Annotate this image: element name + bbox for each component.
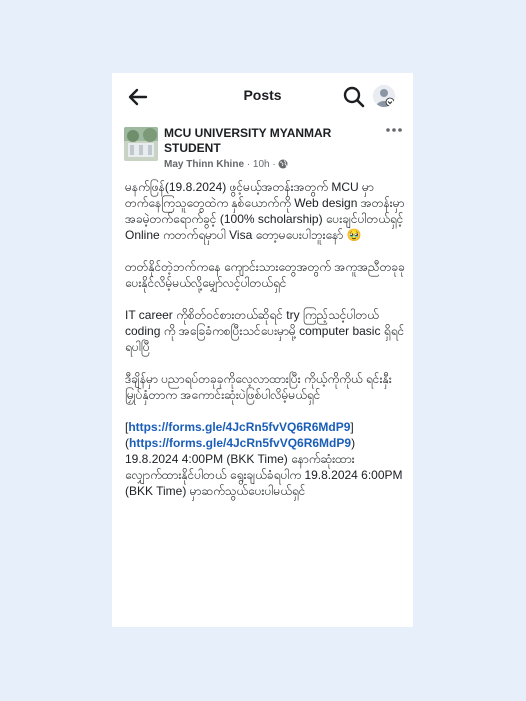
post-paragraph-5: [https://forms.gle/4JcRn5fvVQ6R6MdP9](ht… <box>125 419 405 499</box>
author-name[interactable]: May Thinn Khine <box>164 159 244 170</box>
form-link-1[interactable]: https://forms.gle/4JcRn5fvVQ6R6MdP9 <box>128 420 350 434</box>
post-paragraph-1: မနက်ဖြန်(19.8.2024) ဖွင့်မယ့်အတန်းအတွက် … <box>125 180 405 242</box>
post-time[interactable]: 10h <box>253 159 270 170</box>
top-bar: Posts <box>112 73 413 119</box>
meta-separator: · <box>244 159 253 170</box>
post-card: Posts MCU UNIVERSITY MYANMAR STUDENT May… <box>112 73 413 627</box>
page-avatar[interactable] <box>124 127 158 161</box>
meta-separator-2: · <box>269 159 279 170</box>
form-link-2[interactable]: https://forms.gle/4JcRn5fvVQ6R6MdP9 <box>129 436 351 450</box>
post-paragraph-3: IT career ကိုစိတ်ဝင်စားတယ်ဆိုရင် try ကြည… <box>125 308 405 354</box>
avatar[interactable] <box>373 85 395 107</box>
globe-icon <box>278 159 288 169</box>
post-body: မနက်ဖြန်(19.8.2024) ဖွင့်မယ့်အတန်းအတွက် … <box>125 179 405 515</box>
search-icon[interactable] <box>342 85 366 109</box>
post-paragraph-4: ဒီချိန်မှာ ပညာရပ်တခုခုကိုလေ့လာထားပြီး ကိ… <box>125 372 392 402</box>
more-horizontal-icon[interactable] <box>383 123 405 139</box>
page-name[interactable]: MCU UNIVERSITY MYANMAR STUDENT <box>164 126 364 156</box>
post-header: MCU UNIVERSITY MYANMAR STUDENT May Thinn… <box>112 123 413 173</box>
post-meta: May Thinn Khine · 10h · <box>164 159 288 170</box>
post-paragraph-2: တတ်နိုင်တဲ့ဘက်ကနေ ကျောင်းသားတွေအတွက် အကူ… <box>125 260 405 290</box>
page-title: Posts <box>243 87 282 103</box>
